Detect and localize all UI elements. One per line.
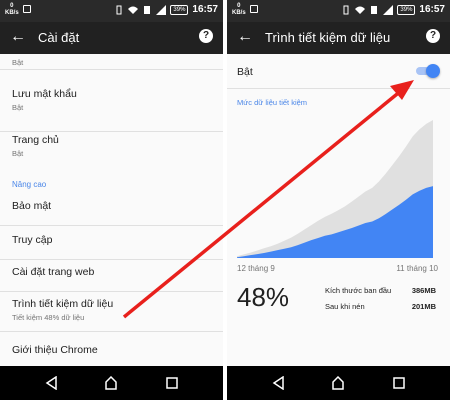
list-item-save-passwords[interactable]: Lưu mật khẩu Bật <box>0 88 223 132</box>
help-icon[interactable]: ? <box>199 29 213 43</box>
data-saver-toggle[interactable] <box>416 64 440 78</box>
stat-label-original: Kích thước ban đầu <box>325 286 392 295</box>
usage-title: Mức dữ liệu tiết kiệm <box>237 98 308 107</box>
clock: 16:57 <box>192 4 218 15</box>
nav-recents-icon[interactable] <box>392 376 406 390</box>
nav-home-icon[interactable] <box>104 376 118 390</box>
battery-indicator: 39% <box>397 4 416 15</box>
divider <box>227 88 450 89</box>
back-arrow-icon[interactable]: ← <box>237 28 253 46</box>
signal-icon <box>383 4 394 15</box>
list-item-accessibility[interactable]: Truy cập <box>0 234 223 260</box>
list-item-homepage[interactable]: Trang chủ Bật <box>0 134 223 178</box>
clock: 16:57 <box>419 4 445 15</box>
list-item-data-saver[interactable]: Trình tiết kiệm dữ liệu Tiết kiệm 48% dữ… <box>0 298 223 332</box>
list-item-about-chrome[interactable]: Giới thiệu Chrome <box>0 344 223 366</box>
data-usage-chart <box>237 120 433 258</box>
toggle-label: Bật <box>237 66 253 78</box>
toggle-thumb <box>426 64 440 78</box>
list-item-partial[interactable]: Bật <box>0 54 223 70</box>
app-bar: ← Trình tiết kiệm dữ liệu ? <box>227 22 450 54</box>
back-arrow-icon[interactable]: ← <box>10 28 26 46</box>
vibrate-icon <box>343 5 349 14</box>
nav-back-icon[interactable] <box>45 376 59 390</box>
left-screen: 0 KB/s 39% 16:57 ← Cài đặt ? Bật Lưu mật… <box>0 0 223 400</box>
status-bar: 0 KB/s 39% 16:57 <box>227 0 450 22</box>
settings-list: Bật Lưu mật khẩu Bật Trang chủ Bật Nâng … <box>0 54 223 366</box>
vibrate-icon <box>116 5 122 14</box>
nav-home-icon[interactable] <box>331 376 345 390</box>
wifi-icon <box>355 6 366 14</box>
list-item-site-settings[interactable]: Cài đặt trang web <box>0 266 223 292</box>
section-header-advanced: Nâng cao <box>12 180 47 189</box>
chart-start-date: 12 tháng 9 <box>237 264 275 273</box>
image-notification-icon <box>249 5 258 13</box>
network-speed: 0 KB/s <box>232 3 246 16</box>
navigation-bar <box>227 366 450 400</box>
signal-icon <box>156 4 167 15</box>
page-title: Cài đặt <box>38 30 80 45</box>
list-item-security[interactable]: Bảo mật <box>0 200 223 226</box>
wifi-icon <box>128 6 139 14</box>
stat-value-original: 386MB <box>411 286 436 295</box>
nav-recents-icon[interactable] <box>165 376 179 390</box>
chart-end-date: 11 tháng 10 <box>396 264 438 273</box>
data-saver-content: Bật Mức dữ liệu tiết kiệm 12 tháng 9 11 … <box>227 54 450 366</box>
savings-percent: 48% <box>237 282 290 312</box>
app-bar: ← Cài đặt ? <box>0 22 223 54</box>
sim-icon <box>371 5 378 14</box>
page-title: Trình tiết kiệm dữ liệu <box>265 30 391 45</box>
navigation-bar <box>0 366 223 400</box>
status-bar: 0 KB/s 39% 16:57 <box>0 0 223 22</box>
help-icon[interactable]: ? <box>426 29 440 43</box>
sim-icon <box>144 5 151 14</box>
battery-indicator: 39% <box>170 4 189 15</box>
network-speed: 0 KB/s <box>5 3 19 16</box>
stat-value-compressed: 201MB <box>411 302 436 311</box>
right-screen: 0 KB/s 39% 16:57 ← Trình tiết kiệm dữ li… <box>227 0 450 400</box>
nav-back-icon[interactable] <box>272 376 286 390</box>
stat-label-compressed: Sau khi nén <box>325 302 365 311</box>
image-notification-icon <box>22 5 31 13</box>
